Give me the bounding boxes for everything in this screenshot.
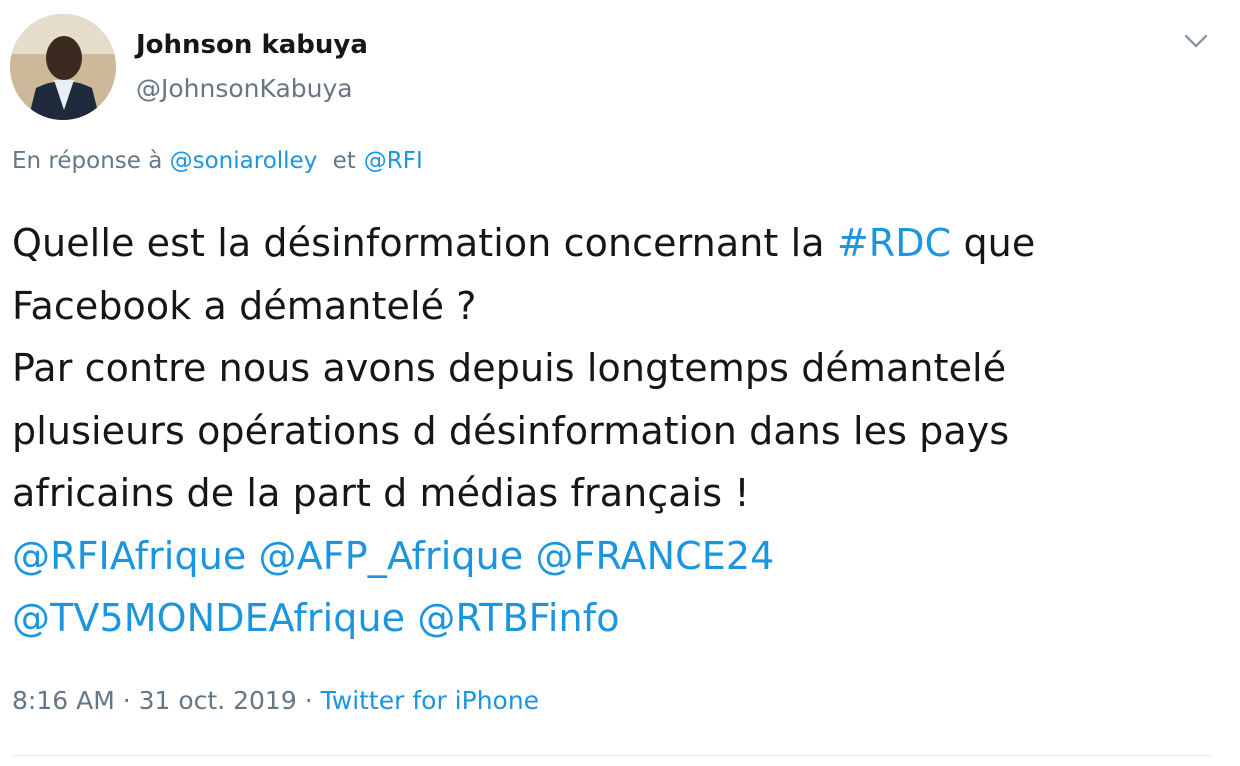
tweet-meta: 8:16 AM · 31 oct. 2019 · Twitter for iPh… bbox=[12, 686, 539, 715]
meta-separator: · bbox=[304, 686, 313, 715]
tweet-date[interactable]: 31 oct. 2019 bbox=[139, 686, 297, 715]
author-avatar[interactable] bbox=[10, 14, 116, 120]
mention-france24[interactable]: @FRANCE24 bbox=[536, 534, 775, 578]
tweet-line-3: Par contre nous avons depuis longtemps d… bbox=[12, 346, 1007, 390]
hashtag-rdc[interactable]: #RDC bbox=[837, 221, 951, 265]
tweet-mentions-line-1: @RFIAfrique @AFP_Afrique @FRANCE24 bbox=[12, 525, 1212, 588]
tweet-line-1: Quelle est la désinformation concernant … bbox=[12, 212, 1212, 275]
meta-separator: · bbox=[122, 686, 131, 715]
tweet-mentions-line-2: @TV5MONDEAfrique @RTBFinfo bbox=[12, 587, 1212, 650]
tweet-text-segment: Quelle est la désinformation concernant … bbox=[12, 221, 837, 265]
tweet-card: Johnson kabuya @JohnsonKabuya En réponse… bbox=[0, 0, 1240, 766]
reply-joiner: et bbox=[332, 148, 356, 174]
reply-mention-rfi[interactable]: @RFI bbox=[364, 148, 423, 174]
tweet-text-segment: que bbox=[951, 221, 1036, 265]
reply-context: En réponse à @soniarolley et @RFI bbox=[12, 148, 423, 174]
tweet-source[interactable]: Twitter for iPhone bbox=[321, 686, 539, 715]
mention-rtbfinfo[interactable]: @RTBFinfo bbox=[417, 596, 619, 640]
reply-mention-soniarolley[interactable]: @soniarolley bbox=[170, 148, 318, 174]
tweet-line-5: africains de la part d médias français ! bbox=[12, 471, 750, 515]
divider bbox=[12, 755, 1212, 756]
avatar-image bbox=[10, 14, 116, 120]
reply-prefix: En réponse à bbox=[12, 148, 163, 174]
tweet-body: Quelle est la désinformation concernant … bbox=[12, 212, 1212, 650]
chevron-down-icon[interactable] bbox=[1180, 28, 1212, 54]
author-display-name[interactable]: Johnson kabuya bbox=[136, 30, 368, 60]
mention-tv5mondeafrique[interactable]: @TV5MONDEAfrique bbox=[12, 596, 405, 640]
author-handle[interactable]: @JohnsonKabuya bbox=[136, 74, 353, 103]
tweet-time[interactable]: 8:16 AM bbox=[12, 686, 115, 715]
mention-rfiafrique[interactable]: @RFIAfrique bbox=[12, 534, 246, 578]
mention-afp-afrique[interactable]: @AFP_Afrique bbox=[259, 534, 524, 578]
tweet-line-2: Facebook a démantelé ? bbox=[12, 283, 477, 328]
tweet-line-4: plusieurs opérations d désinformation da… bbox=[12, 408, 1010, 453]
